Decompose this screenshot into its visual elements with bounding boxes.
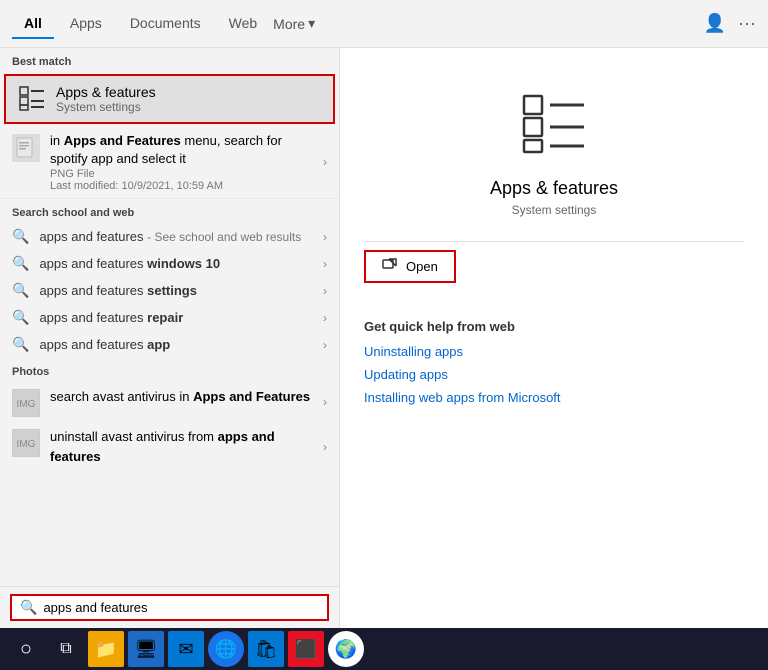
search-text-0: apps and features - See school and web r…: [39, 229, 301, 244]
taskbar-explorer[interactable]: 📁: [88, 631, 124, 667]
file-thumbnail: [12, 134, 40, 162]
top-nav: All Apps Documents Web More ▾ 👤 ···: [0, 0, 768, 48]
divider-1: [364, 241, 744, 242]
tab-more[interactable]: More ▾: [273, 15, 315, 32]
search-text-3: apps and features repair: [39, 310, 183, 325]
app-large-icon: [518, 88, 590, 160]
chevron-icon-1: ›: [323, 257, 327, 271]
help-link-1[interactable]: Updating apps: [364, 367, 744, 382]
svg-text:IMG: IMG: [17, 439, 36, 450]
search-text-2: apps and features settings: [39, 283, 197, 298]
chevron-icon-4: ›: [323, 338, 327, 352]
svg-text:IMG: IMG: [17, 399, 36, 410]
help-link-0[interactable]: Uninstalling apps: [364, 344, 744, 359]
tab-web[interactable]: Web: [217, 9, 270, 39]
best-match-title: Apps & features: [56, 84, 156, 100]
best-match-item[interactable]: Apps & features System settings: [4, 74, 335, 124]
search-text-4: apps and features app: [39, 337, 170, 352]
nav-tabs: All Apps Documents Web More ▾: [12, 9, 315, 39]
help-link-2[interactable]: Installing web apps from Microsoft: [364, 390, 744, 405]
chevron-right-icon: ›: [323, 155, 327, 169]
search-icon-1: 🔍: [12, 255, 29, 272]
photos-item-0[interactable]: IMG search avast antivirus in Apps and F…: [0, 382, 339, 422]
search-icon-0: 🔍: [12, 228, 29, 245]
taskbar-app-black[interactable]: ⬛: [288, 631, 324, 667]
search-bar-icon: 🔍: [20, 599, 37, 616]
file-text: in Apps and Features menu, search for sp…: [50, 132, 323, 192]
search-item-3[interactable]: 🔍 apps and features repair ›: [0, 304, 339, 331]
taskbar-edge[interactable]: 🌐: [208, 631, 244, 667]
photo-text-1: uninstall avast antivirus from apps and …: [50, 427, 323, 466]
main-area: Best match Apps & features System settin…: [0, 48, 768, 628]
chevron-icon-2: ›: [323, 284, 327, 298]
user-icon[interactable]: 👤: [704, 13, 726, 34]
photos-item-1[interactable]: IMG uninstall avast antivirus from apps …: [0, 422, 339, 471]
chevron-photo-1: ›: [323, 440, 327, 454]
search-item-1[interactable]: 🔍 apps and features windows 10 ›: [0, 250, 339, 277]
search-school-label: Search school and web: [0, 199, 339, 223]
photos-label: Photos: [0, 358, 339, 382]
search-icon-4: 🔍: [12, 336, 29, 353]
file-type: PNG File: [50, 168, 323, 180]
right-panel: Apps & features System settings Open Get…: [340, 48, 768, 628]
best-match-subtitle: System settings: [56, 100, 156, 114]
open-icon: [382, 257, 398, 276]
chevron-icon-3: ›: [323, 311, 327, 325]
tab-documents[interactable]: Documents: [118, 9, 213, 39]
more-options-icon[interactable]: ···: [738, 13, 756, 34]
chevron-icon-0: ›: [323, 230, 327, 244]
search-bar: 🔍: [0, 586, 339, 628]
nav-right: 👤 ···: [704, 13, 756, 34]
file-result-item[interactable]: in Apps and Features menu, search for sp…: [0, 126, 339, 199]
search-icon-3: 🔍: [12, 309, 29, 326]
photo-text-0: search avast antivirus in Apps and Featu…: [50, 387, 310, 407]
tab-all[interactable]: All: [12, 9, 54, 39]
search-item-2[interactable]: 🔍 apps and features settings ›: [0, 277, 339, 304]
right-icon-area: [364, 68, 744, 170]
search-input-container: 🔍: [10, 594, 329, 621]
photo-thumb-0: IMG: [12, 389, 40, 417]
file-date: Last modified: 10/9/2021, 10:59 AM: [50, 180, 323, 192]
open-button[interactable]: Open: [364, 250, 456, 283]
file-item-left: in Apps and Features menu, search for sp…: [12, 132, 323, 192]
taskbar-chrome[interactable]: 🌍: [328, 631, 364, 667]
photo-thumb-1: IMG: [12, 429, 40, 457]
task-view-button[interactable]: ⧉: [48, 631, 84, 667]
taskbar: ○ ⧉ 📁 🖥 ✉ 🌐 🛍 ⬛ 🌍: [0, 628, 768, 670]
tab-apps[interactable]: Apps: [58, 9, 114, 39]
quick-help-title: Get quick help from web: [364, 319, 744, 334]
best-match-text: Apps & features System settings: [56, 84, 156, 114]
search-item-4[interactable]: 🔍 apps and features app ›: [0, 331, 339, 358]
search-item-0[interactable]: 🔍 apps and features - See school and web…: [0, 223, 339, 250]
search-icon-2: 🔍: [12, 282, 29, 299]
left-panel: Best match Apps & features System settin…: [0, 48, 340, 628]
file-title: in Apps and Features menu, search for sp…: [50, 132, 323, 168]
taskbar-store[interactable]: 🛍: [248, 631, 284, 667]
search-input[interactable]: [43, 600, 319, 615]
taskbar-desktop[interactable]: 🖥: [128, 631, 164, 667]
taskbar-mail[interactable]: ✉: [168, 631, 204, 667]
right-title: Apps & features: [364, 178, 744, 199]
apps-features-icon: [18, 85, 46, 113]
right-subtitle: System settings: [364, 203, 744, 217]
chevron-photo-0: ›: [323, 395, 327, 409]
search-text-1: apps and features windows 10: [39, 256, 220, 271]
best-match-label: Best match: [0, 48, 339, 72]
start-button[interactable]: ○: [8, 631, 44, 667]
